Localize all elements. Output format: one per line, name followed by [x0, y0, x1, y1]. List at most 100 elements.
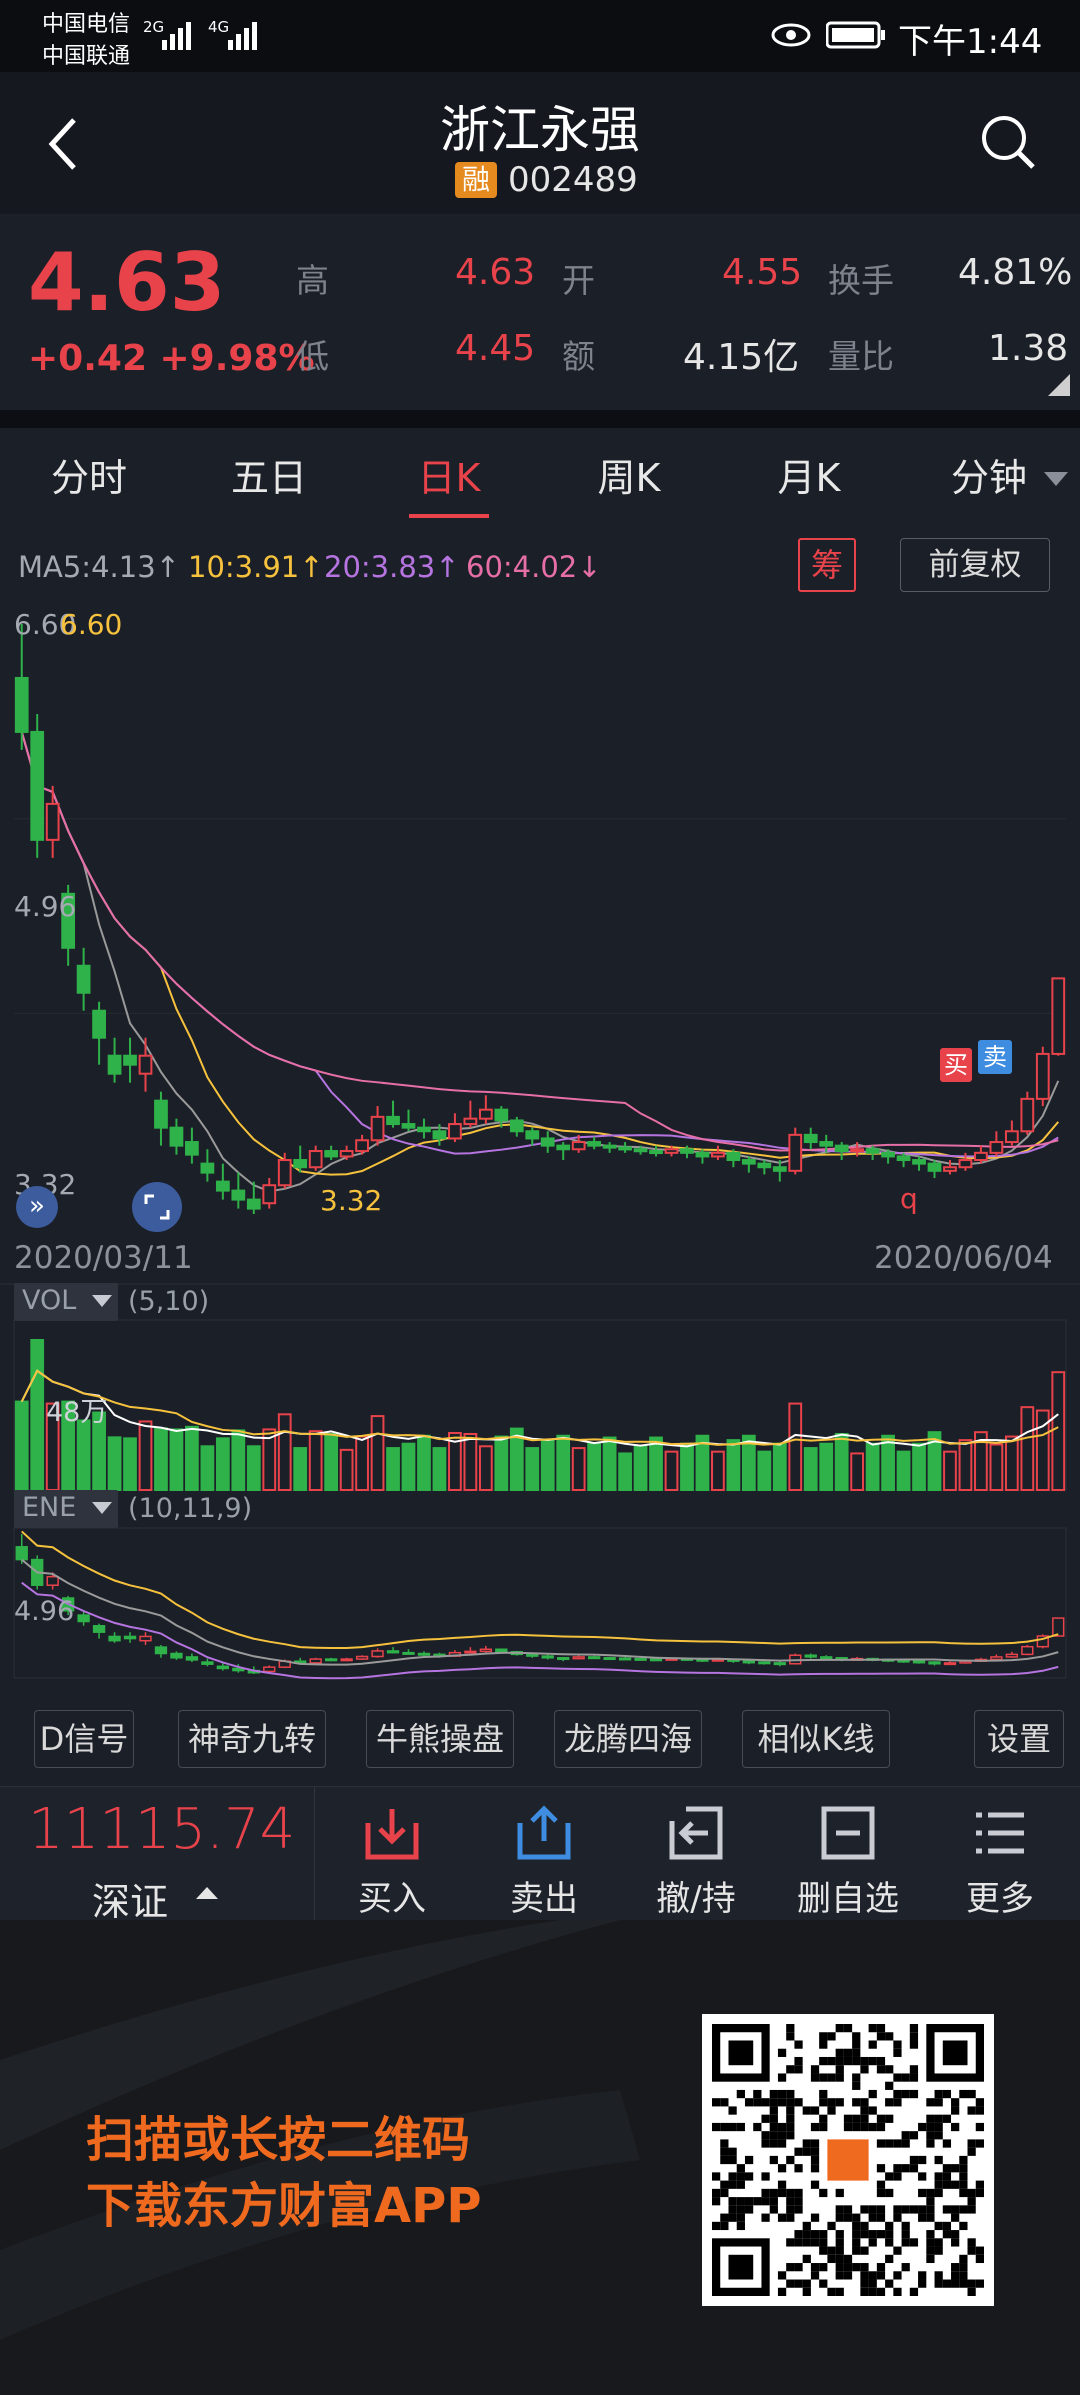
ene-candle [92, 1623, 106, 1639]
qr-code[interactable] [702, 2014, 994, 2306]
candle [185, 1127, 199, 1164]
ene-candle [309, 1657, 322, 1664]
ene-candle [201, 1658, 214, 1667]
cancel-hold-button[interactable]: 撤/持 [620, 1787, 772, 1921]
indicator-nine-turn[interactable]: 神奇九转 [178, 1710, 326, 1768]
volume-bar [540, 1439, 555, 1491]
volume-bar [215, 1437, 230, 1491]
value-turnover: 4.81% [958, 252, 1073, 293]
candle [76, 947, 91, 1011]
ene-candle [557, 1656, 570, 1662]
ene-candle [1021, 1644, 1034, 1656]
volume-bar [107, 1436, 122, 1492]
volume-bar [757, 1450, 772, 1492]
sell-signal-mark[interactable]: 卖 [978, 1040, 1012, 1074]
high-price-mark: 6.60 [60, 608, 123, 641]
tab-five-day[interactable]: 五日 [194, 428, 344, 528]
ene-candle [789, 1653, 802, 1665]
index-name[interactable]: 深证 [92, 1871, 168, 1926]
candle [169, 1118, 184, 1155]
ma5-legend: MA5:4.13↑ [18, 550, 180, 584]
candle [123, 1037, 137, 1083]
ene-candle [943, 1661, 957, 1666]
ene-candle [773, 1661, 786, 1667]
ene-candle [572, 1655, 585, 1660]
volume-bar [14, 1400, 29, 1492]
index-value[interactable]: 11115.74 [28, 1797, 295, 1862]
label-open: 开 [562, 261, 595, 300]
ene-candle [1052, 1617, 1065, 1637]
signal-icon [162, 22, 191, 50]
tab-monthly-k[interactable]: 月K [734, 428, 884, 528]
indicator-longteng[interactable]: 龙腾四海 [554, 1710, 702, 1768]
ene-value: 4.96 [14, 1596, 75, 1627]
candle [989, 1131, 1004, 1157]
buy-button[interactable]: 买入 [316, 1787, 468, 1921]
indicator-similar-k[interactable]: 相似K线 [742, 1710, 890, 1768]
ene-candle [541, 1654, 554, 1660]
candle [339, 1145, 354, 1161]
ene-candle [170, 1651, 183, 1660]
more-button[interactable]: 更多 [924, 1787, 1076, 1921]
candle [1035, 1046, 1050, 1107]
ene-candle [912, 1660, 926, 1664]
dropdown-triangle-icon [92, 1502, 112, 1514]
volume-bar [850, 1452, 865, 1492]
indicator-d-signal[interactable]: D信号 [34, 1710, 134, 1768]
remove-watchlist-button[interactable]: 删自选 [772, 1787, 924, 1921]
volume-bar [138, 1420, 153, 1492]
chip-distribution-button[interactable]: 筹 [798, 538, 856, 592]
adjust-mode-button[interactable]: 前复权 [900, 538, 1050, 592]
volume-bar [649, 1436, 663, 1492]
tab-minute[interactable]: 分钟 [914, 428, 1064, 528]
kline-chart-area: MA5:4.13↑ 10:3.91↑ 20:3.83↑ 60:4.02↓ 筹 前… [0, 528, 1080, 1690]
ene-candle [990, 1654, 1003, 1661]
volume-bar [200, 1445, 215, 1491]
volume-bar [556, 1434, 571, 1492]
buy-signal-mark[interactable]: 买 [940, 1048, 972, 1082]
volume-bar [308, 1430, 323, 1492]
ene-candle [340, 1657, 353, 1662]
ene-indicator-selector[interactable]: ENE [14, 1490, 118, 1528]
stock-code: 002489 [508, 160, 638, 200]
label-vol-ratio: 量比 [828, 337, 894, 376]
fullscreen-icon[interactable] [132, 1182, 182, 1232]
ene-candle [386, 1647, 400, 1654]
indicator-settings[interactable]: 设置 [974, 1710, 1064, 1768]
candle [525, 1127, 540, 1146]
divider [0, 410, 1080, 428]
volume-bar [587, 1442, 602, 1492]
expand-sidebar-icon[interactable]: » [16, 1186, 58, 1228]
volume-bar [494, 1435, 509, 1491]
candle [448, 1113, 462, 1143]
sell-button[interactable]: 卖出 [468, 1787, 620, 1921]
active-tab-indicator [409, 514, 489, 518]
ene-params: (10,11,9) [128, 1493, 253, 1524]
ene-candle [154, 1644, 168, 1658]
ene-candle [634, 1657, 647, 1661]
vol-indicator-selector[interactable]: VOL [14, 1283, 118, 1321]
volume-bar [231, 1429, 246, 1491]
caret-up-icon[interactable] [196, 1885, 218, 1901]
search-icon[interactable] [978, 112, 1038, 172]
candle [30, 713, 45, 858]
tab-weekly-k[interactable]: 周K [554, 428, 704, 528]
volume-bar [664, 1450, 679, 1492]
cancel-icon [669, 1806, 723, 1860]
ene-candle [742, 1660, 756, 1665]
volume-bar [881, 1434, 895, 1492]
volume-bar [602, 1436, 617, 1492]
tab-daily-k[interactable]: 日K [374, 428, 524, 528]
volume-bar [834, 1432, 849, 1491]
chevron-down-icon[interactable] [1044, 472, 1068, 488]
indicator-bull-bear[interactable]: 牛熊操盘 [366, 1710, 514, 1768]
volume-bar [76, 1419, 91, 1491]
expand-corner-icon[interactable] [1048, 374, 1070, 396]
candle [1004, 1120, 1019, 1146]
net-type-2: 4G [208, 18, 230, 36]
qr-code-image [712, 2024, 984, 2296]
volume-bar [1004, 1435, 1019, 1491]
eye-icon [771, 23, 811, 47]
tab-intraday[interactable]: 分时 [14, 428, 164, 528]
candle [927, 1160, 942, 1179]
